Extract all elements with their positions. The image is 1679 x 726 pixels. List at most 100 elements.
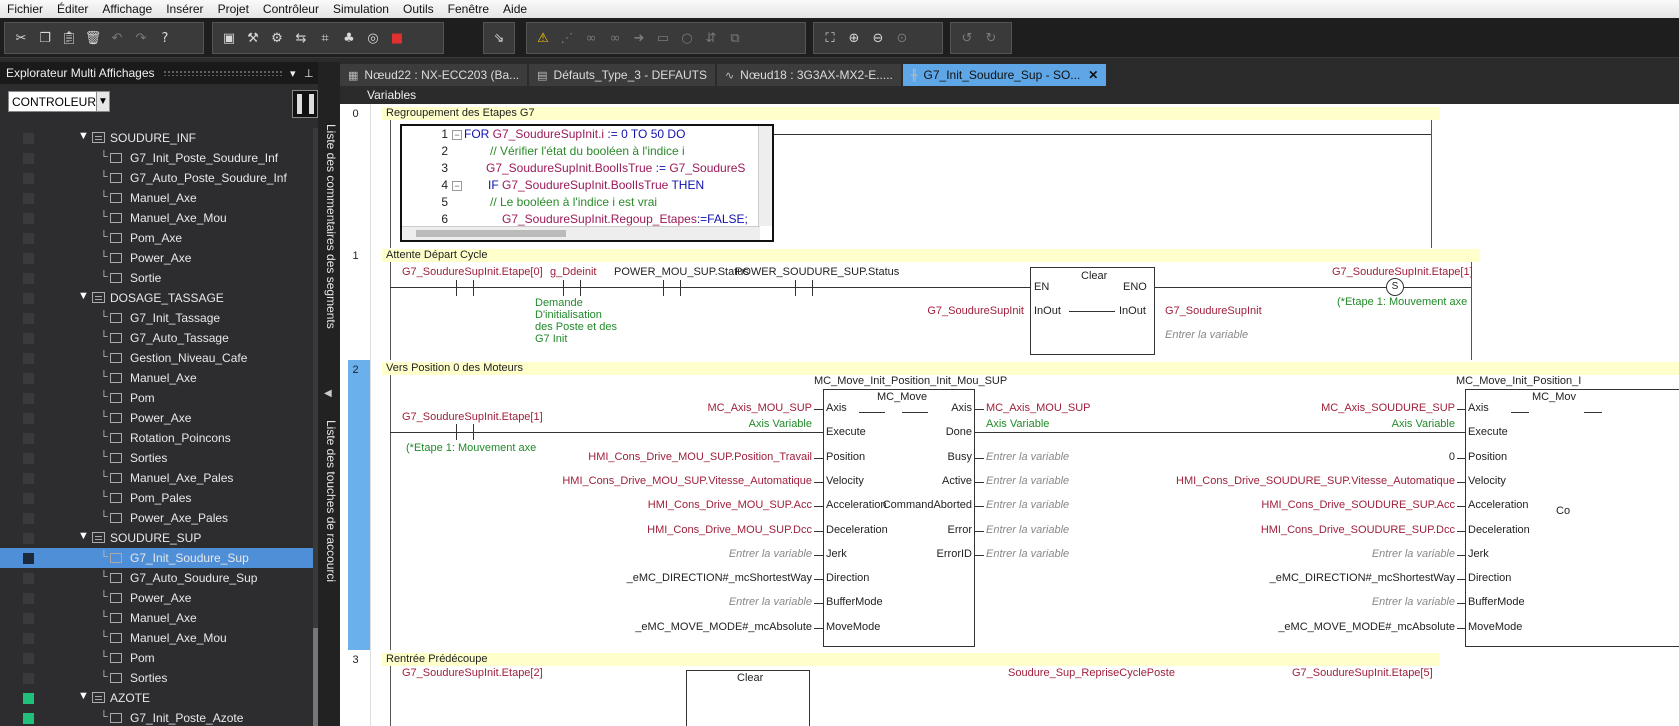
split-view-icon[interactable] [292, 90, 318, 118]
menu-item[interactable]: Fenêtre [441, 2, 496, 16]
chevron-down-icon[interactable]: ▼ [96, 92, 109, 111]
pin-icon[interactable]: ▾ [290, 67, 304, 80]
tree-folder[interactable]: ▼ SOUDURE_SUP [0, 528, 320, 548]
tree-item[interactable]: └ Manuel_Axe_Mou [0, 628, 320, 648]
cut-icon[interactable]: ✂ [10, 27, 32, 49]
output-variable[interactable]: Entrer la variable [986, 475, 1069, 488]
editor-tab[interactable]: ∿ Nœud18 : 3G3AX-MX2-E..... [716, 64, 901, 86]
input-variable[interactable]: HMI_Cons_Drive_SOUDURE_SUP.Dcc [1120, 524, 1455, 537]
contact-variable[interactable]: G7_SoudureSupInit.Etape[2] [402, 667, 543, 680]
tree-icon[interactable]: ♣ [338, 27, 360, 49]
input-variable[interactable]: _eMC_DIRECTION#_mcShortestWay [520, 572, 812, 585]
input-variable[interactable]: Entrer la variable [1120, 596, 1455, 609]
tree-item[interactable]: └ Pom_Pales [0, 488, 320, 508]
input-variable[interactable]: Entrer la variable [1120, 548, 1455, 561]
tree-folder[interactable]: ▼ SOUDURE_INF [0, 128, 320, 148]
input-variable[interactable]: _eMC_DIRECTION#_mcShortestWay [1120, 572, 1455, 585]
tree-item[interactable]: └ G7_Init_Soudure_Sup [0, 548, 320, 568]
reset-icon[interactable]: ○ [676, 27, 698, 49]
input-variable[interactable]: 0 [1120, 451, 1455, 464]
no-contact[interactable] [456, 424, 474, 440]
menu-item[interactable]: Outils [396, 2, 441, 16]
output-variable[interactable]: Entrer la variable [986, 524, 1069, 537]
tree-folder[interactable]: ▼ AZOTE [0, 688, 320, 708]
pause-icon[interactable]: ▭ [652, 27, 674, 49]
tree-item[interactable]: └ Pom_Axe [0, 228, 320, 248]
expand-triangle-icon[interactable]: ▼ [78, 130, 89, 142]
input-variable[interactable]: HMI_Cons_Drive_MOU_SUP.Acc [520, 499, 812, 512]
input-variable[interactable]: HMI_Cons_Drive_MOU_SUP.Vitesse_Automatiq… [520, 475, 812, 488]
hammer-icon[interactable]: ⚒ [242, 27, 264, 49]
step-icon[interactable]: ➜ [628, 27, 650, 49]
variables-bar[interactable]: Variables [340, 86, 1679, 104]
tree-item[interactable]: └ Sortie [0, 268, 320, 288]
input-variable[interactable]: HMI_Cons_Drive_SOUDURE_SUP.Vitesse_Autom… [1120, 475, 1455, 488]
forward-icon[interactable]: ↻ [980, 27, 1002, 49]
tree-item[interactable]: └ G7_Auto_Poste_Soudure_Inf [0, 168, 320, 188]
tree-item[interactable]: └ G7_Auto_Soudure_Sup [0, 568, 320, 588]
chevron-left-icon[interactable]: ◀ [324, 388, 332, 399]
output-variable[interactable]: G7_SoudureSupInit [1165, 305, 1262, 318]
tree-item[interactable]: └ Manuel_Axe [0, 608, 320, 628]
editor-tab[interactable]: ▦ Nœud22 : NX-ECC203 (Ba... [340, 64, 528, 86]
tree-item[interactable]: └ Sorties [0, 448, 320, 468]
tree-item[interactable]: └ Power_Axe [0, 588, 320, 608]
expand-triangle-icon[interactable]: ▼ [78, 290, 89, 302]
coil-variable[interactable]: G7_SoudureSupInit.Etape[5] [1292, 667, 1433, 680]
tree-item[interactable]: └ Power_Axe [0, 248, 320, 268]
monitor-icon[interactable]: ⋰ [556, 27, 578, 49]
tree-item[interactable]: └ Manuel_Axe_Mou [0, 208, 320, 228]
controller-dropdown[interactable]: CONTROLEUR ▼ [8, 91, 110, 112]
tree-item[interactable]: └ Sorties [0, 668, 320, 688]
tab-segment-comments[interactable]: Liste des commentaires des segments [320, 124, 338, 329]
function-block-clear[interactable]: Clear [686, 670, 810, 726]
back-icon[interactable]: ↺ [956, 27, 978, 49]
cross-reference-icon[interactable]: ⌗ [314, 27, 336, 49]
help-icon[interactable]: ? [154, 27, 176, 49]
tree-item[interactable]: └ Manuel_Axe [0, 368, 320, 388]
stop-icon[interactable]: ■ [386, 27, 408, 49]
editor-tab[interactable]: ╫ G7_Init_Soudure_Sup - SO... ✕ [902, 64, 1107, 86]
input-variable[interactable]: G7_SoudureSupInit [900, 305, 1024, 318]
tree-folder[interactable]: ▼ DOSAGE_TASSAGE [0, 288, 320, 308]
contact-variable[interactable]: g_Ddeinit [550, 266, 596, 279]
tree-item[interactable]: └ G7_Init_Poste_Azote [0, 708, 320, 726]
zoom-custom-icon[interactable]: ⊙ [891, 27, 913, 49]
output-variable[interactable]: MC_Axis_MOU_SUP [986, 402, 1091, 415]
menu-item[interactable]: Éditer [50, 2, 95, 16]
tree-item[interactable]: └ G7_Init_Tassage [0, 308, 320, 328]
menu-item[interactable]: Contrôleur [256, 2, 326, 16]
paste-icon[interactable]: 📋︎ [58, 27, 80, 49]
tree-item[interactable]: └ Power_Axe_Pales [0, 508, 320, 528]
output-variable[interactable]: Entrer la variable [986, 548, 1069, 561]
tree-item[interactable]: └ Pom [0, 388, 320, 408]
input-variable[interactable]: HMI_Cons_Drive_MOU_SUP.Dcc [520, 524, 812, 537]
tree-item[interactable]: └ Rotation_Poincons [0, 428, 320, 448]
tree-item[interactable]: └ G7_Auto_Tassage [0, 328, 320, 348]
rung-title[interactable]: Attente Départ Cycle [382, 249, 1480, 262]
close-icon[interactable]: ✕ [1088, 68, 1098, 82]
tree-item[interactable]: └ Pom [0, 648, 320, 668]
tab-shortcut-keys[interactable]: Liste des touches de raccourci [320, 420, 338, 582]
tools-icon[interactable]: ⚙ [266, 27, 288, 49]
coil-variable[interactable]: G7_SoudureSupInit.Etape[1] [1332, 266, 1473, 279]
sync-icon[interactable]: ⇵ [700, 27, 722, 49]
input-variable[interactable]: HMI_Cons_Drive_MOU_SUP.Position_Travail [520, 451, 812, 464]
binoculars-icon[interactable]: ◎ [362, 27, 384, 49]
editor-tab[interactable]: ▤ Défauts_Type_3 - DEFAUTS [529, 64, 715, 86]
rung-title[interactable]: Rentrée Prédécoupe [382, 653, 1440, 666]
menu-item[interactable]: Aide [496, 2, 534, 16]
undo-icon[interactable]: ↶ [106, 27, 128, 49]
contact-variable[interactable]: G7_SoudureSupInit.Etape[0] [402, 266, 543, 279]
tree-item[interactable]: └ Manuel_Axe [0, 188, 320, 208]
menu-item[interactable]: Simulation [326, 2, 396, 16]
menu-item[interactable]: Insérer [159, 2, 210, 16]
output-variable[interactable]: Entrer la variable [986, 451, 1069, 464]
no-contact[interactable] [563, 280, 581, 296]
tree-item[interactable]: └ G7_Init_Poste_Soudure_Inf [0, 148, 320, 168]
no-contact[interactable] [663, 280, 681, 296]
tree-item[interactable]: └ Manuel_Axe_Pales [0, 468, 320, 488]
tree-item[interactable]: └ Power_Axe [0, 408, 320, 428]
input-variable[interactable]: HMI_Cons_Drive_SOUDURE_SUP.Acc [1120, 499, 1455, 512]
menu-item[interactable]: Projet [211, 2, 256, 16]
